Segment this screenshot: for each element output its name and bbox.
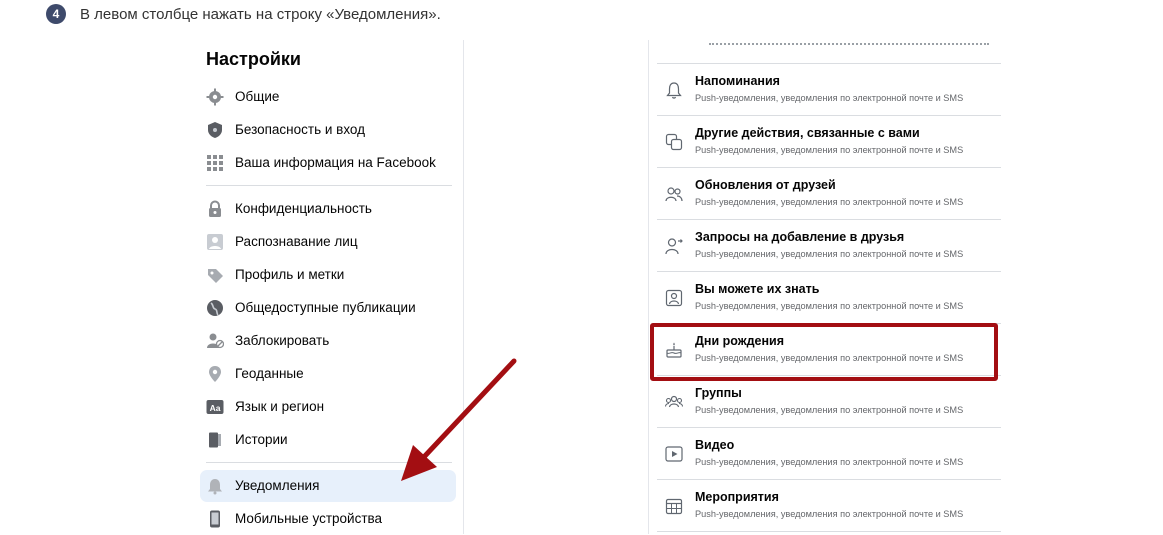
sidebar-item-label: Общедоступные публикации: [235, 300, 416, 315]
bell-icon: [208, 479, 222, 495]
sidebar-item-label: Геоданные: [235, 366, 304, 381]
menu-divider: [206, 185, 452, 186]
notification-row-title: Напоминания: [695, 74, 780, 88]
notification-row-subtitle: Push-уведомления, уведомления по электро…: [695, 457, 964, 467]
cut-off-row: [657, 40, 1001, 64]
notification-row-subtitle: Push-уведомления, уведомления по электро…: [695, 93, 964, 103]
phone-icon: [210, 510, 220, 528]
step-number-badge: 4: [46, 4, 66, 24]
book-icon: [209, 432, 221, 448]
block-user-icon: [207, 333, 224, 349]
contacts-icon: [665, 289, 683, 307]
sidebar-item-your-information[interactable]: Ваша информация на Facebook: [200, 147, 456, 179]
notification-row-subtitle: Push-уведомления, уведомления по электро…: [695, 509, 964, 519]
calendar-icon: [665, 498, 683, 515]
sidebar-item-privacy[interactable]: Конфиденциальность: [200, 193, 456, 225]
add-friend-icon: [665, 238, 683, 255]
sidebar-item-label: Конфиденциальность: [235, 201, 372, 216]
sidebar-item-blocking[interactable]: Заблокировать: [200, 325, 456, 357]
birthdays-highlight-frame: [650, 323, 998, 381]
location-icon: [209, 366, 221, 382]
notification-row-title: Другие действия, связанные с вами: [695, 126, 920, 140]
sidebar-item-public-posts[interactable]: Общедоступные публикации: [200, 292, 456, 324]
notification-row-other-activity[interactable]: Другие действия, связанные с вами Push-у…: [657, 116, 1001, 168]
notification-row-friend-updates[interactable]: Обновления от друзей Push-уведомления, у…: [657, 168, 1001, 220]
notification-row-groups[interactable]: Группы Push-уведомления, уведомления по …: [657, 376, 1001, 428]
grid-icon: [207, 155, 223, 171]
sidebar-item-mobile[interactable]: Мобильные устройства: [200, 503, 456, 535]
svg-text:Aa: Aa: [210, 403, 221, 413]
sidebar-item-profile-tagging[interactable]: Профиль и метки: [200, 259, 456, 291]
sidebar-item-label: Заблокировать: [235, 333, 330, 348]
sidebar-item-label: Уведомления: [235, 478, 320, 493]
instruction-text: В левом столбце нажать на строку «Уведом…: [80, 5, 441, 23]
sidebar-item-label: Безопасность и вход: [235, 122, 366, 137]
sidebar-item-general[interactable]: Общие: [200, 81, 456, 113]
friends-icon: [665, 187, 683, 202]
notification-row-title: Запросы на добавление в друзья: [695, 230, 905, 244]
sidebar-item-label: Мобильные устройства: [235, 511, 383, 526]
video-play-icon: [665, 446, 683, 462]
bell-outline-icon: [666, 82, 682, 99]
face-icon: [207, 234, 223, 250]
sidebar-item-face-recognition[interactable]: Распознавание лиц: [200, 226, 456, 258]
sidebar-item-label: Профиль и метки: [235, 267, 345, 282]
gear-icon: [206, 88, 224, 106]
overlap-squares-icon: [665, 133, 683, 151]
shield-icon: [208, 122, 222, 138]
settings-title: Настройки: [206, 49, 301, 69]
sidebar-item-label: Язык и регион: [235, 399, 325, 414]
notification-row-subtitle: Push-уведомления, уведомления по электро…: [695, 249, 964, 259]
instruction-step: 4 В левом столбце нажать на строку «Увед…: [46, 4, 441, 24]
group-icon: [665, 395, 683, 408]
notification-row-title: Группы: [695, 386, 742, 400]
cut-off-text-fragment: [709, 43, 989, 45]
sidebar-item-label: Общие: [235, 89, 280, 104]
notification-row-subtitle: Push-уведомления, уведомления по электро…: [695, 197, 964, 207]
sidebar-item-security[interactable]: Безопасность и вход: [200, 114, 456, 146]
tag-icon: [208, 269, 223, 283]
sidebar-item-label: Распознавание лиц: [235, 234, 358, 249]
notification-row-friend-requests[interactable]: Запросы на добавление в друзья Push-увед…: [657, 220, 1001, 272]
notifications-panel: Напоминания Push-уведомления, уведомлени…: [648, 40, 1001, 534]
sidebar-item-label: Истории: [235, 432, 288, 447]
notification-row-title: Обновления от друзей: [695, 178, 836, 192]
notification-row-title: Вы можете их знать: [695, 282, 820, 296]
language-icon: Aa: [206, 400, 224, 414]
notification-row-reminders[interactable]: Напоминания Push-уведомления, уведомлени…: [657, 64, 1001, 116]
sidebar-item-label: Ваша информация на Facebook: [235, 155, 436, 170]
notification-row-subtitle: Push-уведомления, уведомления по электро…: [695, 145, 964, 155]
globe-icon: [207, 300, 223, 316]
notification-row-title: Видео: [695, 438, 735, 452]
notification-row-people-you-may-know[interactable]: Вы можете их знать Push-уведомления, уве…: [657, 272, 1001, 324]
notification-row-subtitle: Push-уведомления, уведомления по электро…: [695, 301, 964, 311]
lock-icon: [209, 200, 221, 217]
notification-row-subtitle: Push-уведомления, уведомления по электро…: [695, 405, 964, 415]
notification-row-video[interactable]: Видео Push-уведомления, уведомления по э…: [657, 428, 1001, 480]
notification-row-events[interactable]: Мероприятия Push-уведомления, уведомлени…: [657, 480, 1001, 532]
notification-row-title: Мероприятия: [695, 490, 779, 504]
red-arrow-icon: [401, 358, 517, 481]
